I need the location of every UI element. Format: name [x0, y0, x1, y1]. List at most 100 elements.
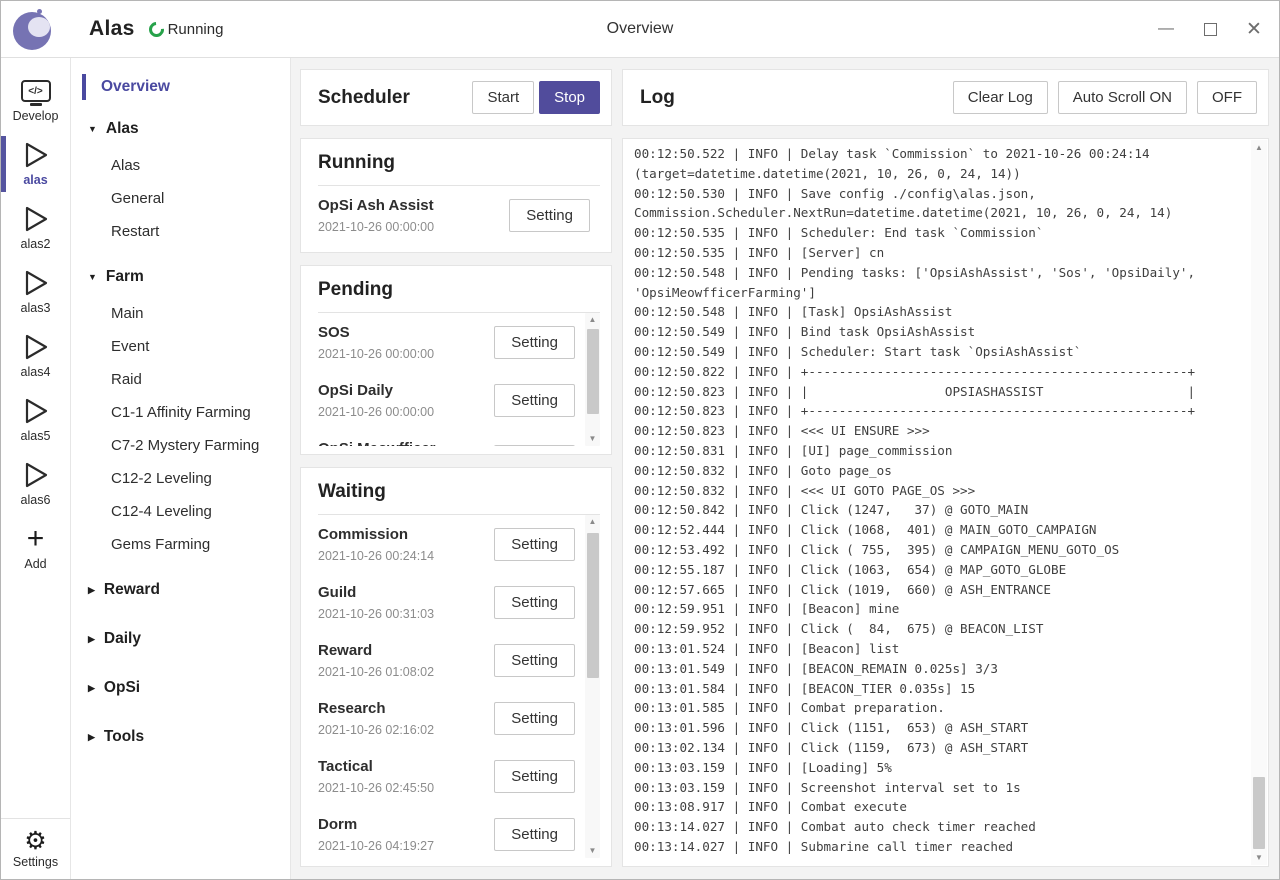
- maximize-icon[interactable]: [1201, 20, 1219, 38]
- stop-button[interactable]: Stop: [539, 81, 600, 114]
- task-name: OpSi Daily: [318, 381, 486, 401]
- play-icon: [23, 267, 49, 299]
- task-row: Tactical2021-10-26 02:45:50Setting: [318, 747, 585, 805]
- sidebar-item-add[interactable]: +Add: [1, 516, 70, 580]
- active-indicator: [1, 136, 6, 192]
- nav-item-gems-farming[interactable]: Gems Farming: [71, 528, 290, 561]
- auto-scroll-off-button[interactable]: OFF: [1197, 81, 1257, 114]
- scroll-down-icon[interactable]: ▼: [585, 432, 600, 446]
- sidebar-item-alas6[interactable]: alas6: [1, 452, 70, 516]
- nav-item-event[interactable]: Event: [71, 330, 290, 363]
- sidebar-item-alas3[interactable]: alas3: [1, 260, 70, 324]
- nav-item-c12-4-leveling[interactable]: C12-4 Leveling: [71, 495, 290, 528]
- auto-scroll-on-button[interactable]: Auto Scroll ON: [1058, 81, 1187, 114]
- nav-item-main[interactable]: Main: [71, 297, 290, 330]
- minimize-icon[interactable]: —: [1157, 20, 1175, 38]
- nav-item-overview[interactable]: Overview: [82, 74, 290, 100]
- task-time: 2021-10-26 04:19:27: [318, 839, 486, 854]
- task-info: SOS 2021-10-26 00:00:00: [318, 323, 486, 362]
- nav-item-alas[interactable]: Alas: [71, 149, 290, 182]
- chevron-down-icon: ▼: [88, 272, 97, 282]
- log-panel-body: 00:12:50.522 | INFO | Delay task `Commis…: [622, 138, 1269, 867]
- waiting-list-wrap: Commission2021-10-26 00:24:14SettingGuil…: [318, 515, 600, 858]
- nav-group-farm[interactable]: ▼Farm: [71, 257, 290, 297]
- scheduler-column: Scheduler Start Stop Running OpSi Ash As…: [291, 58, 621, 879]
- nav-group-alas[interactable]: ▼Alas: [71, 109, 290, 149]
- nav-groups: ▼AlasAlasGeneralRestart ▼FarmMainEventRai…: [71, 109, 290, 757]
- task-row: OpSi Ash Assist2021-10-26 00:00:00Settin…: [318, 186, 600, 244]
- task-setting-button[interactable]: Setting: [494, 644, 575, 677]
- scrollbar-thumb[interactable]: [587, 533, 599, 678]
- task-setting-button[interactable]: Setting: [494, 528, 575, 561]
- scrollbar-thumb[interactable]: [1253, 777, 1265, 849]
- nav-item-c12-2-leveling[interactable]: C12-2 Leveling: [71, 462, 290, 495]
- scheduler-buttons: Start Stop: [472, 81, 600, 114]
- main-body: </>Developalasalas2alas3alas4 alas5 alas6 +…: [1, 58, 1279, 879]
- nav-group-opsi[interactable]: ▶OpSi: [71, 668, 290, 708]
- nav-sidebar: Overview ▼AlasAlasGeneralRestart ▼FarmMai…: [71, 58, 291, 879]
- task-time: 2021-10-26 00:24:14: [318, 549, 486, 564]
- nav-item-c1-1-affinity-farming[interactable]: C1-1 Affinity Farming: [71, 396, 290, 429]
- scheduler-title: Scheduler: [318, 87, 410, 109]
- close-icon[interactable]: ✕: [1245, 20, 1263, 38]
- running-title: Running: [318, 152, 600, 186]
- task-info: OpSi Meowfficer Farming: [318, 439, 486, 446]
- task-name: OpSi Ash Assist: [318, 196, 486, 216]
- instance-label: alas6: [21, 493, 51, 507]
- nav-item-general[interactable]: General: [71, 182, 290, 215]
- waiting-title: Waiting: [318, 481, 600, 515]
- sidebar-item-settings[interactable]: ⚙ Settings: [1, 818, 70, 879]
- nav-group-reward[interactable]: ▶Reward: [71, 570, 290, 610]
- scroll-down-icon[interactable]: ▼: [1251, 850, 1267, 865]
- play-icon: [23, 139, 49, 171]
- pending-title: Pending: [318, 279, 600, 313]
- task-row: Commission2021-10-26 00:24:14Setting: [318, 515, 585, 573]
- scroll-up-icon[interactable]: ▲: [585, 313, 600, 327]
- log-scrollbar[interactable]: ▲ ▼: [1251, 140, 1267, 865]
- task-setting-button[interactable]: Setting: [509, 199, 590, 232]
- task-time: 2021-10-26 00:00:00: [318, 405, 486, 420]
- sidebar-item-alas5[interactable]: alas5: [1, 388, 70, 452]
- task-time: 2021-10-26 00:31:03: [318, 607, 486, 622]
- task-name: SOS: [318, 323, 486, 343]
- pending-list-wrap: SOS 2021-10-26 00:00:00 Setting OpSi Daily 2…: [318, 313, 600, 446]
- play-icon: [23, 203, 49, 235]
- task-row: Research2021-10-26 02:16:02Setting: [318, 689, 585, 747]
- sidebar-item-alas[interactable]: alas: [1, 132, 70, 196]
- chevron-down-icon: ▼: [88, 124, 97, 134]
- scroll-down-icon[interactable]: ▼: [585, 844, 600, 858]
- log-panel-header: Log Clear Log Auto Scroll ON OFF: [622, 69, 1269, 126]
- task-setting-button[interactable]: Setting: [494, 760, 575, 793]
- nav-group-daily[interactable]: ▶Daily: [71, 619, 290, 659]
- nav-group-label: Tools: [104, 728, 144, 746]
- task-setting-button[interactable]: Setting: [494, 326, 575, 359]
- waiting-scrollbar[interactable]: ▲ ▼: [585, 515, 600, 858]
- task-setting-button[interactable]: Setting: [494, 818, 575, 851]
- pending-scrollbar[interactable]: ▲ ▼: [585, 313, 600, 446]
- task-setting-button[interactable]: Setting: [494, 445, 575, 447]
- sidebar-item-alas2[interactable]: alas2: [1, 196, 70, 260]
- task-setting-button[interactable]: Setting: [494, 586, 575, 619]
- nav-group-label: OpSi: [104, 679, 140, 697]
- sidebar-item-alas4[interactable]: alas4: [1, 324, 70, 388]
- task-setting-button[interactable]: Setting: [494, 384, 575, 417]
- task-time: 2021-10-26 00:00:00: [318, 347, 486, 362]
- task-name: Dorm: [318, 815, 486, 835]
- task-info: Research2021-10-26 02:16:02: [318, 699, 486, 738]
- sidebar-item-develop[interactable]: </>Develop: [1, 68, 70, 132]
- scroll-up-icon[interactable]: ▲: [585, 515, 600, 529]
- nav-item-raid[interactable]: Raid: [71, 363, 290, 396]
- log-title: Log: [640, 87, 675, 109]
- running-list: OpSi Ash Assist2021-10-26 00:00:00Settin…: [318, 186, 600, 244]
- start-button[interactable]: Start: [472, 81, 534, 114]
- instance-label: alas5: [21, 429, 51, 443]
- task-setting-button[interactable]: Setting: [494, 702, 575, 735]
- scrollbar-thumb[interactable]: [587, 329, 599, 414]
- gear-icon: ⚙: [24, 827, 46, 855]
- scroll-up-icon[interactable]: ▲: [1251, 140, 1267, 155]
- clear-log-button[interactable]: Clear Log: [953, 81, 1048, 114]
- nav-overview-label: Overview: [101, 78, 170, 95]
- nav-item-c7-2-mystery-farming[interactable]: C7-2 Mystery Farming: [71, 429, 290, 462]
- nav-item-restart[interactable]: Restart: [71, 215, 290, 248]
- nav-group-tools[interactable]: ▶Tools: [71, 717, 290, 757]
